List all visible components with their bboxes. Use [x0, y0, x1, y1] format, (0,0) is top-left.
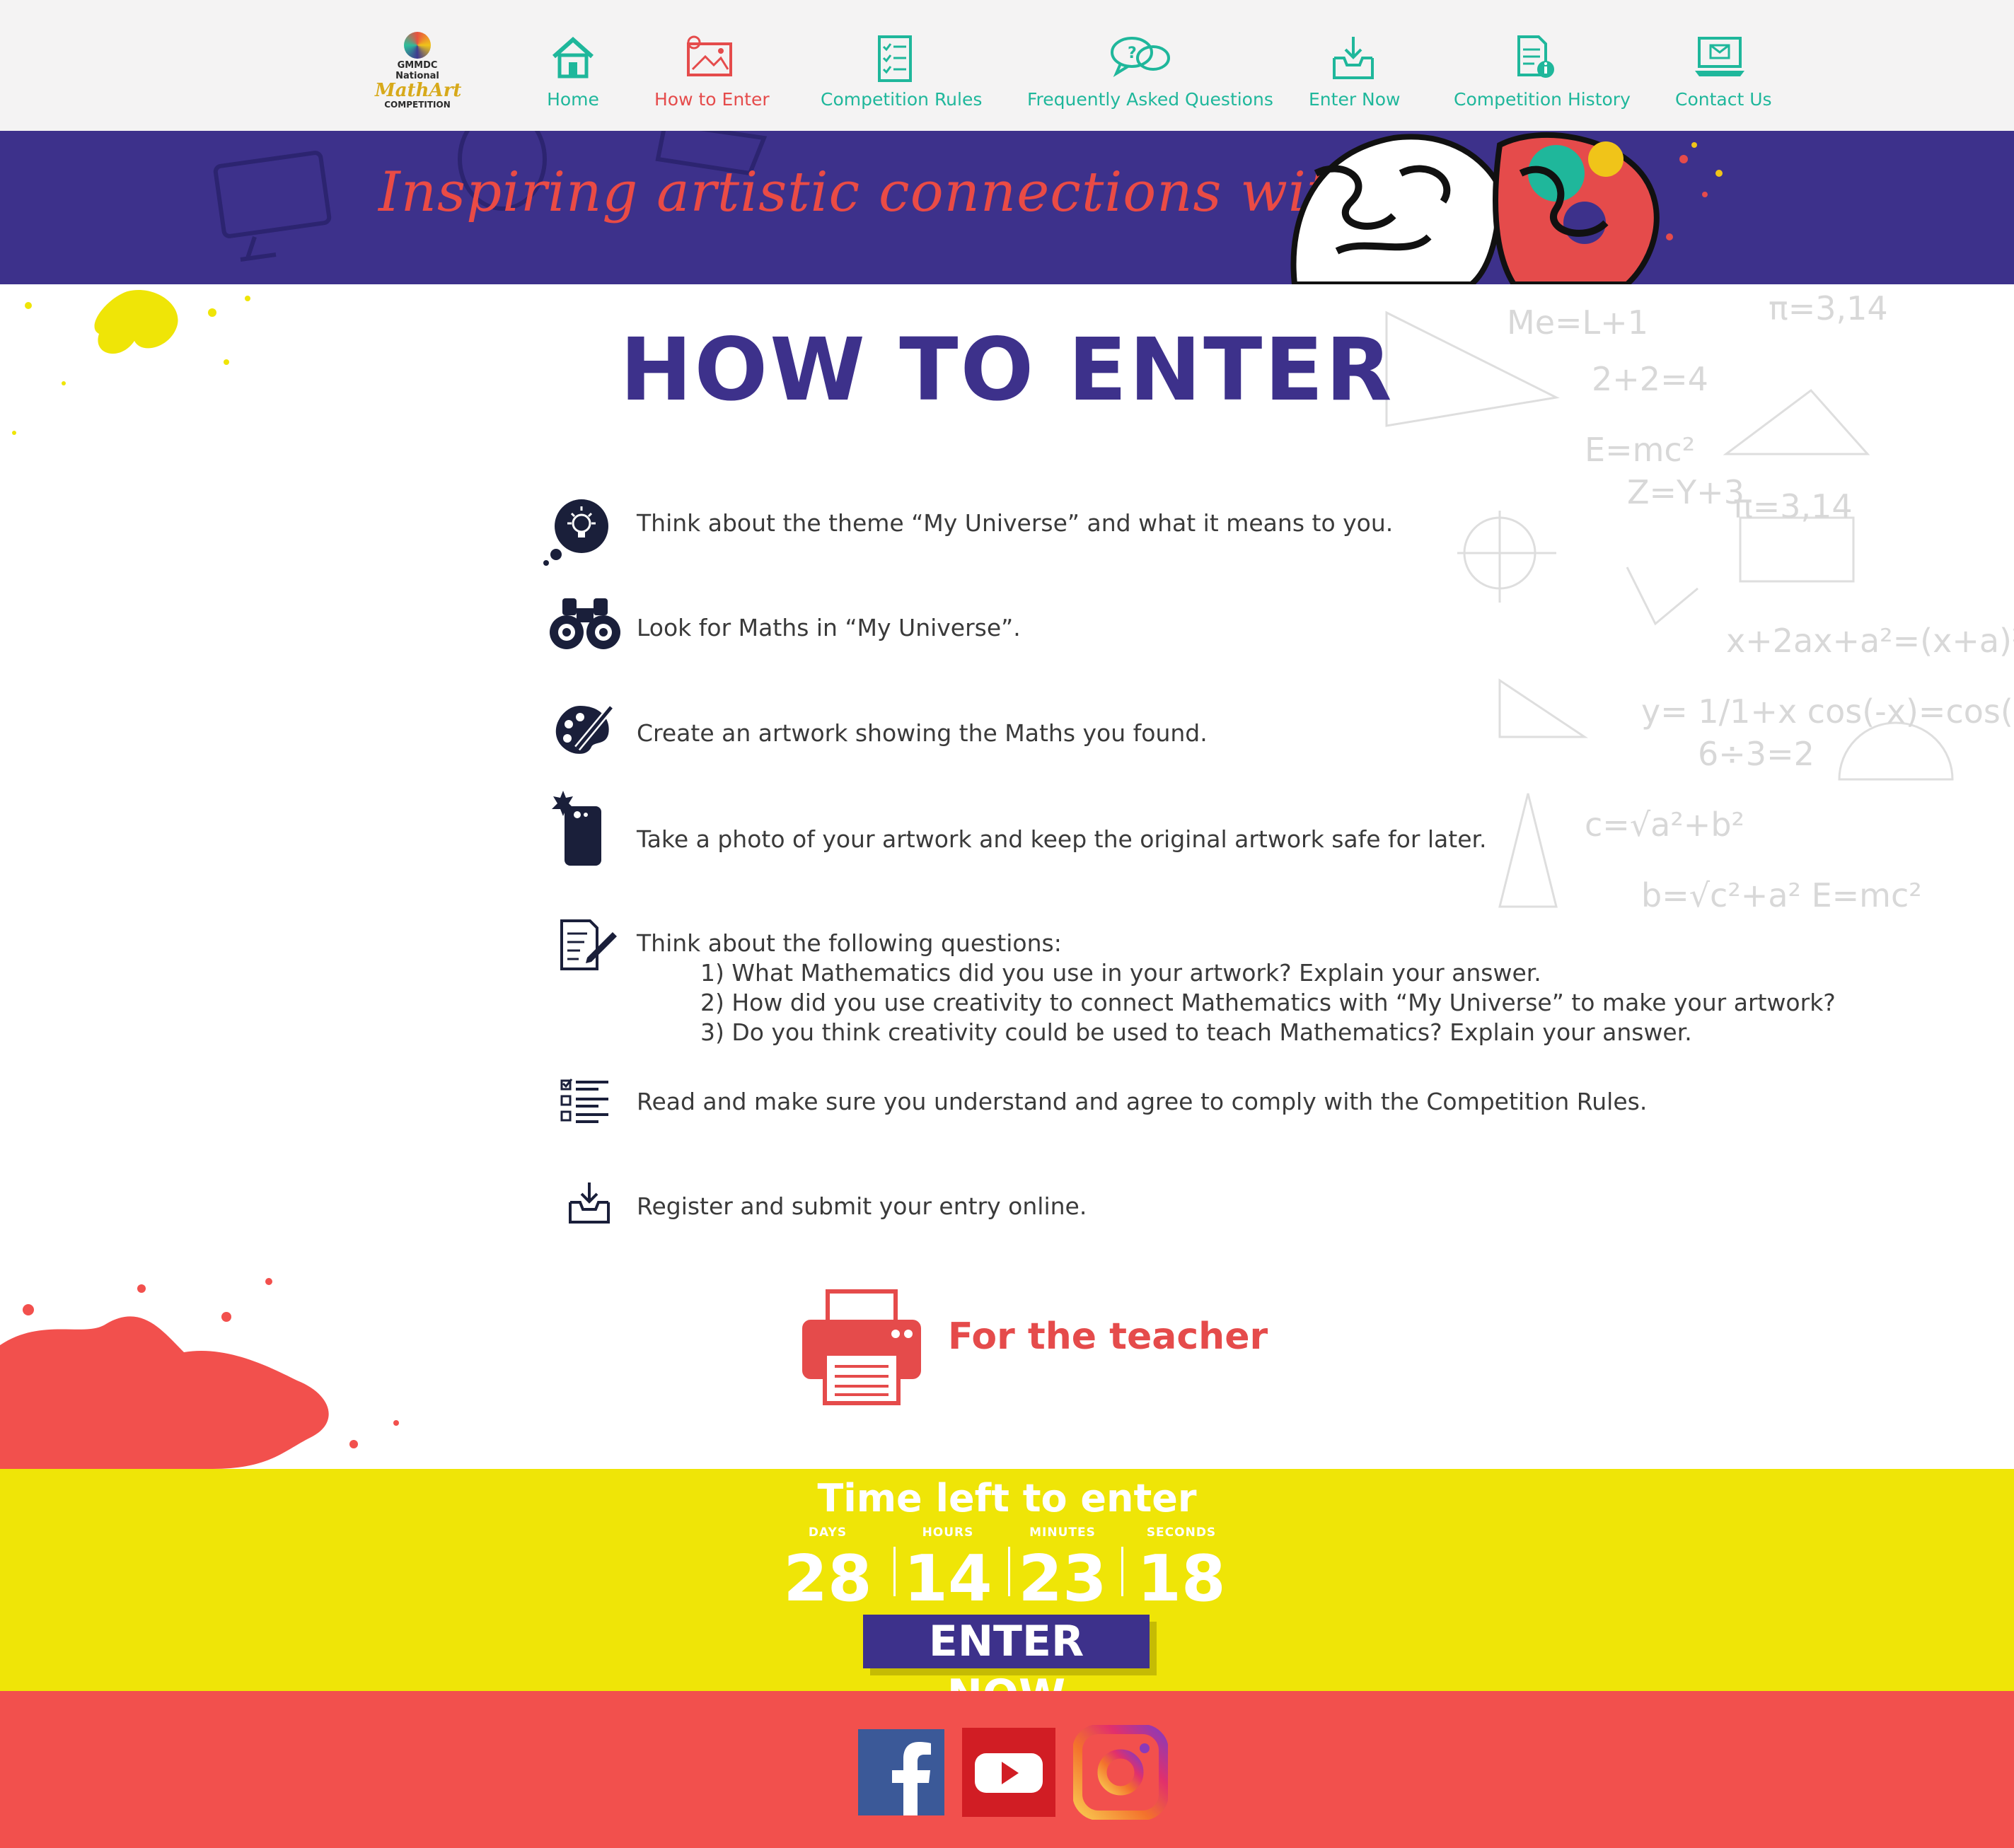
page-title: HOW TO ENTER: [620, 320, 1394, 420]
nav-competition-rules-label: Competition Rules: [821, 89, 983, 110]
question-2: 2) How did you use creativity to connect…: [700, 989, 1836, 1016]
document-pen-icon: [560, 919, 617, 970]
svg-text:x+2ax+a²=(x+a)²: x+2ax+a²=(x+a)²: [1726, 622, 2014, 660]
nav-competition-history-label: Competition History: [1454, 89, 1631, 110]
step-take-photo: Take a photo of your artwork and keep th…: [637, 825, 1487, 853]
brain-art-decoration: [1290, 132, 1723, 284]
main-content: Me=L+1 π=3,14 2+2=4 E=mc² Z=Y+3 π=3,14 x…: [0, 284, 2014, 1469]
step-register-submit: Register and submit your entry online.: [637, 1192, 1087, 1220]
checklist-icon: [560, 1079, 608, 1123]
nav-enter-now[interactable]: Enter Now: [1309, 34, 1401, 110]
svg-text:E=mc²: E=mc²: [1585, 431, 1695, 469]
svg-text:π=3,14: π=3,14: [1733, 487, 1853, 525]
nav-home[interactable]: Home: [545, 34, 601, 110]
red-splat-decoration: [0, 1278, 399, 1469]
nav-contact-us[interactable]: Contact Us: [1675, 34, 1772, 110]
top-nav: GMMDC National MathArt COMPETITION Home …: [0, 0, 2014, 131]
question-1: 1) What Mathematics did you use in your …: [700, 959, 1541, 987]
step-create-artwork: Create an artwork showing the Maths you …: [637, 719, 1208, 747]
site-logo[interactable]: GMMDC National MathArt COMPETITION: [375, 32, 462, 110]
countdown-days-value: 28: [783, 1542, 872, 1616]
countdown-minutes: MINUTES 23: [1013, 1526, 1112, 1615]
svg-text:Z=Y+3: Z=Y+3: [1627, 473, 1744, 511]
lightbulb-thought-icon: [543, 499, 608, 566]
phone-camera-icon: [552, 791, 601, 866]
step-theme: Think about the theme “My Universe” and …: [637, 509, 1394, 537]
footer: [0, 1691, 2014, 1848]
svg-text:y= 1/1+x cos(-x)=cos(x): y= 1/1+x cos(-x)=cos(x): [1641, 692, 2014, 731]
document-info-icon: [1517, 35, 1554, 78]
question-3: 3) Do you think creativity could be used…: [700, 1018, 1692, 1046]
step-think-questions: Think about the following questions:: [637, 929, 1062, 957]
countdown-separator: [1008, 1547, 1010, 1596]
countdown-hours-label: HOURS: [922, 1526, 974, 1540]
logo-line3: COMPETITION: [384, 100, 451, 110]
nav-home-label: Home: [547, 89, 599, 110]
palette-icon: [555, 704, 614, 754]
hero-banner: Inspiring artistic connections with Math…: [0, 131, 2014, 284]
svg-text:c=√a²+b²: c=√a²+b²: [1585, 806, 1744, 844]
logo-line2: MathArt: [375, 80, 462, 101]
inbox-download-icon: [569, 1182, 610, 1224]
brain-logo-icon: [404, 32, 431, 59]
printer-icon[interactable]: [799, 1289, 924, 1406]
binoculars-icon: [550, 598, 620, 649]
speech-bubbles-icon: ?: [1111, 37, 1170, 77]
svg-text:?: ?: [1128, 45, 1137, 62]
nav-faq-label: Frequently Asked Questions: [1027, 89, 1273, 110]
nav-competition-rules[interactable]: Competition Rules: [821, 34, 983, 110]
nav-enter-now-label: Enter Now: [1309, 89, 1401, 110]
countdown-seconds: SECONDS 18: [1132, 1526, 1231, 1615]
nav-faq[interactable]: ? Frequently Asked Questions: [1027, 34, 1273, 110]
svg-text:6÷3=2: 6÷3=2: [1698, 735, 1815, 773]
countdown-hours-value: 14: [903, 1542, 992, 1616]
nav-competition-history[interactable]: Competition History: [1454, 34, 1631, 110]
youtube-icon[interactable]: [962, 1728, 1055, 1817]
enter-now-button[interactable]: ENTER NOW: [863, 1615, 1150, 1720]
facebook-icon[interactable]: [858, 1729, 944, 1815]
svg-text:b=√c²+a² E=mc²: b=√c²+a² E=mc²: [1641, 876, 1922, 914]
house-icon: [552, 36, 594, 79]
drawing-board-icon: [686, 35, 732, 76]
nav-how-to-enter[interactable]: How to Enter: [654, 34, 770, 110]
logo-line1: GMMDC National: [395, 60, 439, 81]
nav-contact-us-label: Contact Us: [1675, 89, 1772, 110]
countdown-days: DAYS 28: [778, 1526, 877, 1615]
instagram-icon[interactable]: [1073, 1725, 1168, 1820]
countdown-seconds-value: 18: [1137, 1542, 1226, 1616]
for-the-teacher-link[interactable]: For the teacher: [948, 1315, 1268, 1358]
step-read-rules: Read and make sure you understand and ag…: [637, 1088, 1648, 1115]
countdown-hours: HOURS 14: [898, 1526, 997, 1615]
countdown-title: Time left to enter: [817, 1476, 1197, 1521]
countdown-days-label: DAYS: [808, 1526, 847, 1540]
countdown-minutes-value: 23: [1018, 1542, 1107, 1616]
nav-how-to-enter-label: How to Enter: [654, 89, 770, 110]
countdown-section: Time left to enter DAYS 28 HOURS 14 MINU…: [0, 1469, 2014, 1720]
countdown-separator: [893, 1547, 896, 1596]
countdown-minutes-label: MINUTES: [1029, 1526, 1096, 1540]
laptop-mail-icon: [1694, 37, 1744, 76]
checklist-icon: [878, 35, 912, 82]
countdown-separator: [1121, 1547, 1123, 1596]
countdown-seconds-label: SECONDS: [1146, 1526, 1217, 1540]
inbox-download-icon: [1332, 37, 1374, 79]
step-look-for-maths: Look for Maths in “My Universe”.: [637, 614, 1021, 641]
